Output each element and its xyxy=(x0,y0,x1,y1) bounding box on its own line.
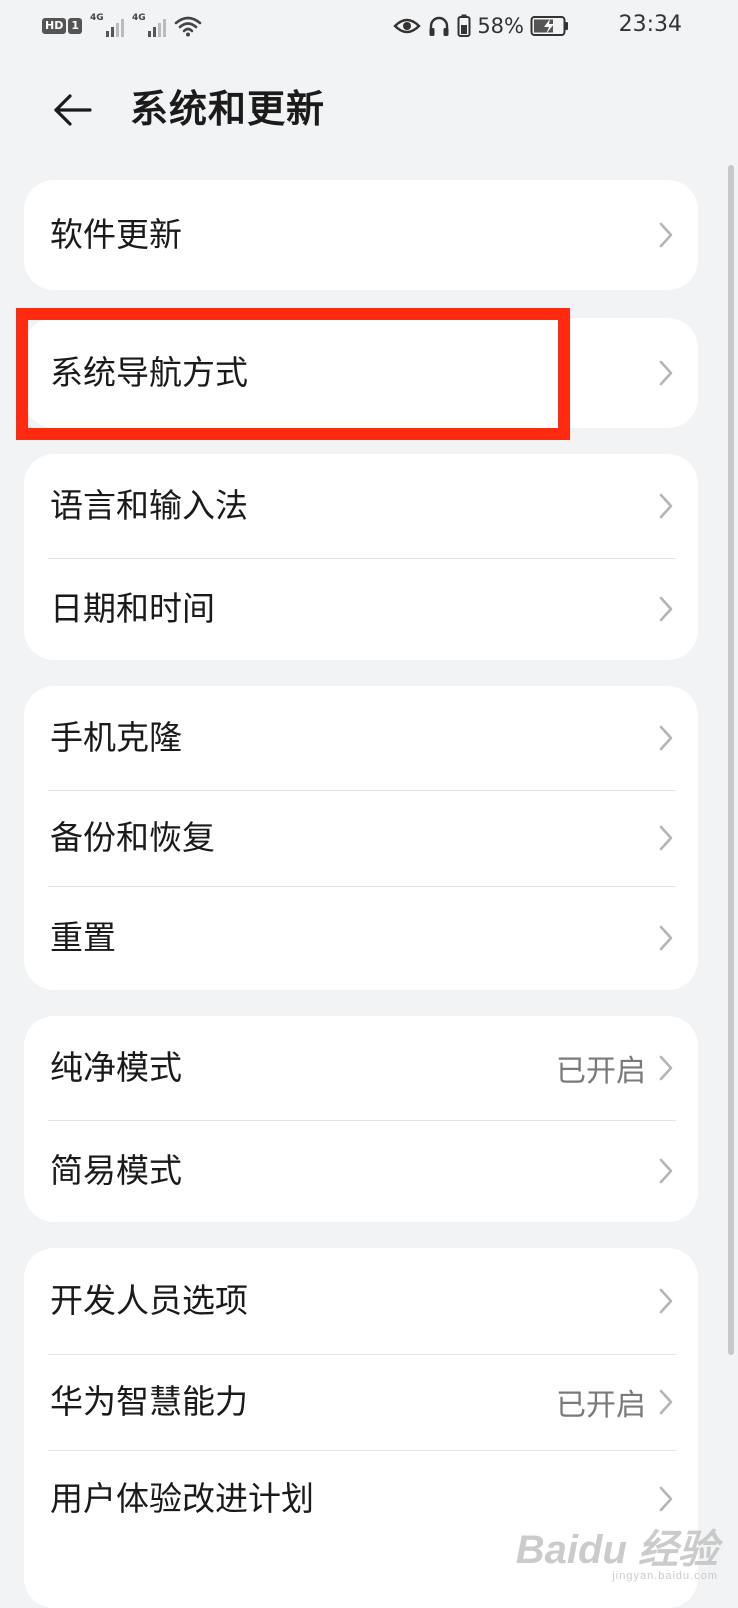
menu-item-label: 华为智慧能力 xyxy=(50,1382,248,1421)
menu-item-label: 开发人员选项 xyxy=(50,1281,248,1320)
watermark: Baidu 经验 jingyan.baidu.com xyxy=(516,1530,718,1582)
scrollbar[interactable] xyxy=(728,165,734,1355)
chevron-right-icon xyxy=(656,357,676,389)
menu-item-huawei-intelligence[interactable]: 华为智慧能力 已开启 xyxy=(24,1354,698,1450)
chevron-right-icon xyxy=(656,593,676,625)
hd-label: HD xyxy=(42,18,67,34)
menu-item-label: 手机克隆 xyxy=(50,718,182,757)
chevron-right-icon xyxy=(656,1052,676,1084)
back-arrow-icon xyxy=(50,92,94,128)
page-title: 系统和更新 xyxy=(130,87,326,131)
status-right: 58% xyxy=(393,12,570,40)
chevron-right-icon xyxy=(656,490,676,522)
chevron-right-icon xyxy=(656,219,676,251)
menu-item-label: 系统导航方式 xyxy=(50,353,248,392)
back-button[interactable] xyxy=(44,82,100,138)
chevron-right-icon xyxy=(656,1483,676,1515)
cellular-signal-1-icon: 4G xyxy=(90,13,124,37)
chevron-right-icon xyxy=(656,1386,676,1418)
menu-item-simple-mode[interactable]: 简易模式 xyxy=(24,1120,698,1222)
charging-icon xyxy=(530,15,570,37)
settings-group-1: 软件更新 xyxy=(24,180,698,290)
settings-group-4: 手机克隆 备份和恢复 重置 xyxy=(24,686,698,990)
settings-group-3: 语言和输入法 日期和时间 xyxy=(24,454,698,660)
menu-item-pure-mode[interactable]: 纯净模式 已开启 xyxy=(24,1016,698,1120)
wifi-icon xyxy=(174,15,202,37)
menu-item-label: 备份和恢复 xyxy=(50,818,215,857)
menu-item-label: 简易模式 xyxy=(50,1151,182,1190)
menu-item-label: 语言和输入法 xyxy=(50,486,248,525)
menu-item-system-navigation[interactable]: 系统导航方式 xyxy=(24,318,698,428)
network-type-1: 4G xyxy=(90,13,104,23)
menu-item-label: 纯净模式 xyxy=(50,1048,182,1087)
network-type-2: 4G xyxy=(132,13,146,23)
menu-item-backup-restore[interactable]: 备份和恢复 xyxy=(24,790,698,886)
chevron-right-icon xyxy=(656,822,676,854)
eye-icon xyxy=(393,16,422,36)
menu-item-label: 重置 xyxy=(50,918,116,957)
menu-item-software-update[interactable]: 软件更新 xyxy=(24,180,698,290)
menu-item-phone-clone[interactable]: 手机克隆 xyxy=(24,686,698,790)
menu-item-date-time[interactable]: 日期和时间 xyxy=(24,558,698,660)
status-bar: HD 1 4G 4G 58% 23:34 xyxy=(0,0,738,52)
cellular-signal-2-icon: 4G xyxy=(132,13,166,37)
chevron-right-icon xyxy=(656,922,676,954)
headphones-icon xyxy=(427,14,451,38)
status-left: HD 1 4G 4G xyxy=(42,13,202,38)
menu-item-label: 日期和时间 xyxy=(50,589,215,628)
menu-item-language-input[interactable]: 语言和输入法 xyxy=(24,454,698,558)
menu-item-developer-options[interactable]: 开发人员选项 xyxy=(24,1248,698,1354)
settings-group-2: 系统导航方式 xyxy=(24,318,698,428)
battery-icon xyxy=(457,14,471,38)
chevron-right-icon xyxy=(656,1285,676,1317)
menu-item-reset[interactable]: 重置 xyxy=(24,886,698,990)
watermark-main: Baidu 经验 xyxy=(515,1528,718,1572)
chevron-right-icon xyxy=(656,1155,676,1187)
menu-item-label: 软件更新 xyxy=(50,215,182,254)
status-time: 23:34 xyxy=(618,12,682,37)
chevron-right-icon xyxy=(656,722,676,754)
status-value: 已开启 xyxy=(556,1054,646,1089)
settings-group-5: 纯净模式 已开启 简易模式 xyxy=(24,1016,698,1222)
sim-label: 1 xyxy=(68,18,82,34)
hd-badge: HD 1 xyxy=(42,18,82,34)
battery-percent: 58% xyxy=(477,14,524,38)
menu-item-label: 用户体验改进计划 xyxy=(50,1479,314,1518)
status-value: 已开启 xyxy=(556,1388,646,1423)
